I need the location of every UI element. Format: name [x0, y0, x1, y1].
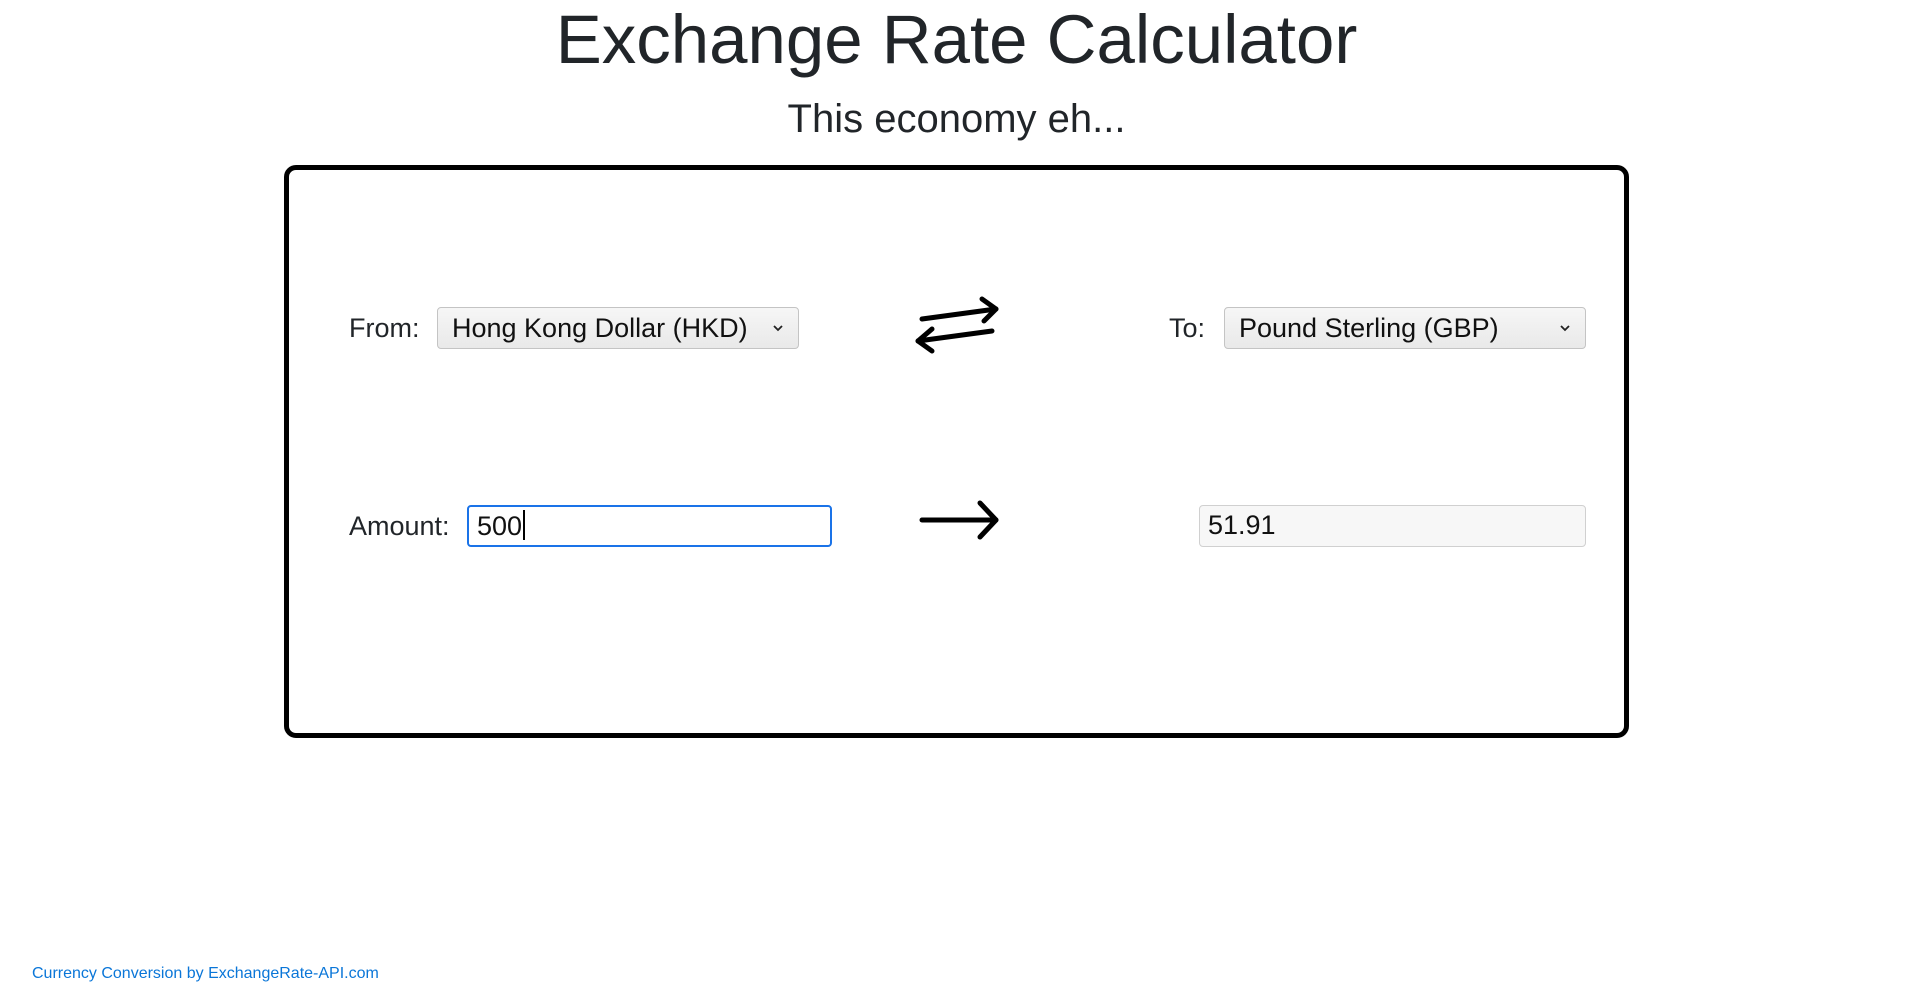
page: Exchange Rate Calculator This economy eh…	[0, 0, 1913, 997]
amount-input[interactable]: 500	[467, 505, 832, 547]
from-currency-select[interactable]: Hong Kong Dollar (HKD)	[437, 307, 799, 349]
attribution-link[interactable]: Currency Conversion by ExchangeRate-API.…	[32, 964, 379, 984]
result-value: 51.91	[1208, 510, 1276, 540]
converter-card: From: Hong Kong Dollar (HKD) To: Pound S…	[284, 165, 1629, 738]
to-label: To:	[1169, 313, 1206, 343]
chevron-down-icon	[770, 308, 786, 348]
page-title: Exchange Rate Calculator	[555, 1, 1358, 78]
amount-label: Amount:	[349, 511, 450, 541]
arrow-right-icon	[918, 497, 1002, 543]
swap-arrows-icon[interactable]	[912, 295, 1002, 355]
to-currency-select[interactable]: Pound Sterling (GBP)	[1224, 307, 1586, 349]
from-label: From:	[349, 313, 420, 343]
page-subtitle: This economy eh...	[787, 97, 1126, 141]
result-output[interactable]: 51.91	[1199, 505, 1586, 547]
chevron-down-icon	[1557, 308, 1573, 348]
amount-value: 500	[477, 511, 523, 541]
text-cursor	[523, 510, 526, 540]
from-currency-value: Hong Kong Dollar (HKD)	[452, 313, 748, 343]
to-currency-value: Pound Sterling (GBP)	[1239, 313, 1499, 343]
